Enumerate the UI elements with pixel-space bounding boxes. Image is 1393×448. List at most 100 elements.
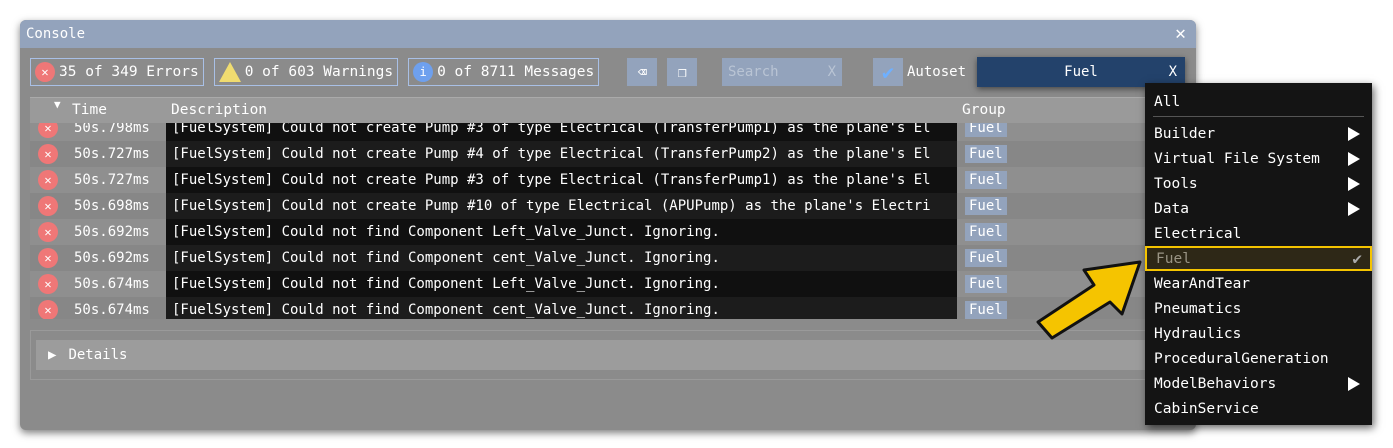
menu-item-label: Virtual File System — [1154, 150, 1320, 167]
table-row[interactable]: ✕ 50s.727ms [FuelSystem] Could not creat… — [30, 141, 1180, 167]
expand-arrow-icon: ▶ — [48, 347, 57, 363]
group-filter-value: Fuel — [1064, 64, 1098, 80]
menu-item-hydraulics[interactable]: Hydraulics — [1145, 321, 1372, 346]
column-description[interactable]: Description — [171, 102, 267, 118]
warning-icon — [218, 62, 241, 82]
menu-item-label: Hydraulics — [1154, 325, 1242, 342]
submenu-arrow-icon — [1348, 176, 1360, 191]
menu-item-label: CabinService — [1154, 400, 1259, 417]
menu-item-wearandtear[interactable]: WearAndTear — [1145, 271, 1372, 296]
row-description: [FuelSystem] Could not create Pump #10 o… — [166, 193, 957, 219]
close-icon[interactable]: ✕ — [1175, 25, 1186, 43]
row-time: 50s.692ms — [74, 250, 150, 266]
menu-item-label: Data — [1154, 200, 1189, 217]
row-time: 50s.727ms — [74, 172, 150, 188]
row-time: 50s.798ms — [74, 123, 150, 136]
warnings-filter-button[interactable]: 0 of 603 Warnings — [213, 58, 399, 86]
table-row[interactable]: ✕ 50s.727ms [FuelSystem] Could not creat… — [30, 167, 1180, 193]
submenu-arrow-icon — [1348, 126, 1360, 141]
table-row[interactable]: ✕ 50s.692ms [FuelSystem] Could not find … — [30, 219, 1180, 245]
menu-item-builder[interactable]: Builder — [1145, 121, 1372, 146]
error-icon: ✕ — [38, 170, 58, 190]
error-icon: ✕ — [38, 144, 58, 164]
menu-item-virtual-file-system[interactable]: Virtual File System — [1145, 146, 1372, 171]
menu-item-data[interactable]: Data — [1145, 196, 1372, 221]
messages-filter-button[interactable]: i 0 of 8711 Messages — [408, 58, 600, 86]
details-label: Details — [68, 347, 128, 363]
row-time: 50s.674ms — [74, 302, 150, 318]
table-row[interactable]: ✕ 50s.692ms [FuelSystem] Could not find … — [30, 245, 1180, 271]
sort-desc-icon[interactable]: ▼ — [54, 98, 61, 111]
autoset-label: Autoset — [907, 64, 967, 80]
row-group-badge: Fuel — [965, 171, 1007, 189]
table-row[interactable]: ✕ 50s.674ms [FuelSystem] Could not find … — [30, 271, 1180, 297]
submenu-arrow-icon — [1348, 376, 1360, 391]
menu-item-label: Electrical — [1154, 225, 1242, 242]
menu-item-modelbehaviors[interactable]: ModelBehaviors — [1145, 371, 1372, 396]
error-icon: ✕ — [38, 248, 58, 268]
group-clear-button[interactable]: X — [1169, 64, 1177, 80]
checkmark-icon: ✔ — [1352, 249, 1362, 268]
toolbar: ✕ 35 of 349 Errors 0 of 603 Warnings i 0… — [30, 57, 1186, 87]
row-description: [FuelSystem] Could not find Component ce… — [166, 245, 957, 271]
search-input[interactable]: Search X — [722, 58, 842, 86]
menu-item-all[interactable]: All — [1145, 89, 1372, 114]
row-group-badge: Fuel — [965, 275, 1007, 293]
error-icon: ✕ — [38, 300, 58, 319]
eraser-icon[interactable]: ⌫ — [627, 58, 658, 86]
table-row[interactable]: ✕ 50s.698ms [FuelSystem] Could not creat… — [30, 193, 1180, 219]
row-description: [FuelSystem] Could not create Pump #3 of… — [166, 123, 957, 141]
row-time: 50s.698ms — [74, 198, 150, 214]
warnings-count: 0 of 603 Warnings — [244, 64, 394, 80]
menu-item-proceduralgeneration[interactable]: ProceduralGeneration — [1145, 346, 1372, 371]
search-placeholder: Search — [728, 64, 779, 80]
title-bar: Console — [20, 20, 1196, 48]
menu-divider — [1153, 116, 1364, 117]
error-icon: ✕ — [38, 123, 58, 138]
column-time[interactable]: Time — [72, 102, 107, 118]
window-title: Console — [26, 26, 86, 42]
column-group[interactable]: Group — [962, 102, 1006, 118]
submenu-arrow-icon — [1348, 201, 1360, 216]
menu-item-label: WearAndTear — [1154, 275, 1251, 292]
menu-item-label: All — [1154, 93, 1181, 110]
copy-icon[interactable]: ❐ — [667, 58, 698, 86]
table-row[interactable]: ✕ 50s.674ms [FuelSystem] Could not find … — [30, 297, 1180, 319]
menu-item-label: ModelBehaviors — [1154, 375, 1277, 392]
log-table: ▼ Time Description Group ✕ 50s.798ms [Fu… — [30, 97, 1180, 319]
row-description: [FuelSystem] Could not create Pump #3 of… — [166, 167, 957, 193]
menu-item-label: Tools — [1154, 175, 1198, 192]
menu-item-label: Pneumatics — [1154, 300, 1242, 317]
autoset-toggle[interactable]: ✔ Autoset — [873, 58, 966, 86]
error-icon: ✕ — [35, 62, 55, 82]
error-icon: ✕ — [38, 196, 58, 216]
row-description: [FuelSystem] Could not create Pump #4 of… — [166, 141, 957, 167]
details-toggle[interactable]: ▶ Details — [36, 340, 1174, 370]
row-description: [FuelSystem] Could not find Component Le… — [166, 219, 957, 245]
menu-item-electrical[interactable]: Electrical — [1145, 221, 1372, 246]
table-row[interactable]: ✕ 50s.798ms [FuelSystem] Could not creat… — [30, 123, 1180, 141]
table-header: ▼ Time Description Group — [30, 97, 1180, 123]
row-group-badge: Fuel — [965, 123, 1007, 137]
table-body[interactable]: ✕ 50s.798ms [FuelSystem] Could not creat… — [30, 123, 1180, 319]
row-group-badge: Fuel — [965, 301, 1007, 319]
menu-item-tools[interactable]: Tools — [1145, 171, 1372, 196]
checkmark-icon[interactable]: ✔ — [873, 58, 903, 86]
errors-filter-button[interactable]: ✕ 35 of 349 Errors — [30, 58, 204, 86]
row-time: 50s.692ms — [74, 224, 150, 240]
row-group-badge: Fuel — [965, 197, 1007, 215]
messages-count: 0 of 8711 Messages — [437, 64, 595, 80]
row-group-badge: Fuel — [965, 249, 1007, 267]
menu-item-fuel[interactable]: Fuel ✔ — [1145, 246, 1372, 271]
menu-item-cabinservice[interactable]: CabinService — [1145, 396, 1372, 421]
row-group-badge: Fuel — [965, 145, 1007, 163]
row-description: [FuelSystem] Could not find Component Le… — [166, 271, 957, 297]
error-icon: ✕ — [38, 222, 58, 242]
row-group-badge: Fuel — [965, 223, 1007, 241]
row-description: [FuelSystem] Could not find Component ce… — [166, 297, 957, 319]
error-icon: ✕ — [38, 274, 58, 294]
search-clear-button[interactable]: X — [828, 64, 836, 80]
submenu-arrow-icon — [1348, 151, 1360, 166]
info-icon: i — [413, 62, 434, 82]
menu-item-pneumatics[interactable]: Pneumatics — [1145, 296, 1372, 321]
